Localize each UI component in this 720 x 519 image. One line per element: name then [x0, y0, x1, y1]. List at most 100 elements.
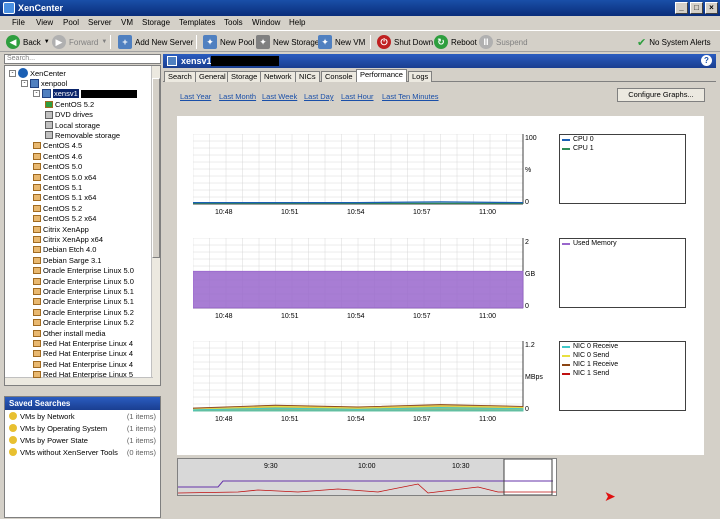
- maximize-button[interactable]: □: [690, 2, 703, 14]
- saved-search-item[interactable]: VMs by Operating System (1 items): [5, 422, 160, 434]
- menu-templates[interactable]: Templates: [179, 18, 215, 27]
- add-new-server-button[interactable]: + Add New Server: [118, 34, 193, 50]
- tree-node-label: Debian Sarge 3.1: [43, 255, 102, 265]
- tree-node[interactable]: DVD drives: [45, 110, 93, 120]
- tab-console[interactable]: Console: [321, 71, 357, 82]
- menu-window[interactable]: Window: [252, 18, 280, 27]
- tree-node[interactable]: CentOS 5.2 x64: [33, 214, 96, 224]
- tree-node[interactable]: Debian Sarge 3.1: [33, 255, 101, 265]
- template-icon: [33, 339, 41, 347]
- menu-server[interactable]: Server: [88, 18, 112, 27]
- tree-node[interactable]: CentOS 4.5: [33, 141, 82, 151]
- tree-node[interactable]: CentOS 5.1: [33, 182, 82, 192]
- forward-button[interactable]: ▶ Forward ▼: [52, 34, 107, 50]
- link-last-month[interactable]: Last Month: [219, 92, 256, 101]
- link-last-year[interactable]: Last Year: [180, 92, 211, 101]
- saved-searches-panel: Saved Searches VMs by Network (1 items) V…: [4, 396, 161, 518]
- tree-node[interactable]: CentOS 5.2: [33, 203, 82, 213]
- tree-node[interactable]: Debian Etch 4.0: [33, 245, 96, 255]
- tab-storage[interactable]: Storage: [227, 71, 262, 82]
- link-last-day[interactable]: Last Day: [304, 92, 334, 101]
- help-icon[interactable]: ?: [701, 55, 712, 66]
- tree-node[interactable]: Citrix XenApp: [33, 224, 89, 234]
- reboot-button[interactable]: ↻ Reboot: [434, 34, 477, 50]
- tree-node[interactable]: Removable storage: [45, 130, 120, 140]
- toolbar: ◀ Back ▼ ▶ Forward ▼ + Add New Server ✦ …: [0, 30, 720, 52]
- template-icon: [33, 204, 41, 212]
- link-last-ten-minutes[interactable]: Last Ten Minutes: [382, 92, 439, 101]
- close-button[interactable]: ×: [705, 2, 718, 14]
- minimize-button[interactable]: _: [675, 2, 688, 14]
- tab-general[interactable]: General: [195, 71, 230, 82]
- expand-toggle-icon[interactable]: -: [9, 69, 16, 77]
- graph-legend[interactable]: CPU 0 CPU 1: [559, 134, 686, 204]
- tree-node[interactable]: CentOS 5.1 x64: [33, 193, 96, 203]
- redacted-block: [80, 89, 137, 98]
- tree-node[interactable]: Red Hat Enterprise Linux 4: [33, 359, 133, 369]
- tree-node-label: CentOS 5.0 x64: [43, 172, 97, 182]
- suspend-button[interactable]: II Suspend: [479, 34, 528, 50]
- tab-search[interactable]: Search: [164, 71, 196, 82]
- menu-pool[interactable]: Pool: [63, 18, 79, 27]
- menu-storage[interactable]: Storage: [142, 18, 170, 27]
- tree-node[interactable]: CentOS 5.2: [45, 99, 94, 109]
- expand-toggle-icon[interactable]: -: [21, 79, 28, 87]
- tree-node-label: Oracle Enterprise Linux 5.0: [43, 276, 134, 286]
- graph-legend[interactable]: Used Memory: [559, 238, 686, 308]
- graph-legend[interactable]: NIC 0 Receive NIC 0 Send NIC 1 Receive NIC …: [559, 341, 686, 411]
- new-vm-button[interactable]: ✦ New VM: [318, 34, 365, 50]
- menu-help[interactable]: Help: [289, 18, 305, 27]
- tree-node[interactable]: Oracle Enterprise Linux 5.0: [33, 276, 134, 286]
- tree-node[interactable]: - xensv1: [33, 89, 137, 99]
- tree-vertical-scrollbar[interactable]: [151, 66, 160, 385]
- configure-graphs-button[interactable]: Configure Graphs...: [617, 88, 705, 102]
- tab-network[interactable]: Network: [260, 71, 296, 82]
- tree-node-label: CentOS 5.1: [43, 182, 83, 192]
- tree-node[interactable]: Local storage: [45, 120, 100, 130]
- tree-node[interactable]: Red Hat Enterprise Linux 5: [33, 370, 133, 380]
- search-input[interactable]: Search...: [4, 54, 161, 64]
- template-icon: [33, 371, 41, 379]
- saved-search-item[interactable]: VMs by Power State (1 items): [5, 434, 160, 446]
- tree-node[interactable]: CentOS 5.0 x64: [33, 172, 96, 182]
- menu-tools[interactable]: Tools: [224, 18, 243, 27]
- tree-node[interactable]: Oracle Enterprise Linux 5.2: [33, 318, 134, 328]
- tree-node[interactable]: CentOS 5.0: [33, 162, 82, 172]
- new-storage-button[interactable]: ✦ New Storage: [256, 34, 319, 50]
- menu-view[interactable]: View: [36, 18, 53, 27]
- expand-toggle-icon[interactable]: -: [33, 90, 40, 98]
- template-icon: [33, 329, 41, 337]
- tree-node[interactable]: Oracle Enterprise Linux 5.1: [33, 286, 134, 296]
- system-alerts-button[interactable]: ✔ No System Alerts: [637, 34, 711, 50]
- tab-performance[interactable]: Performance: [356, 69, 407, 82]
- tree-node[interactable]: Citrix XenApp x64: [33, 234, 103, 244]
- back-button[interactable]: ◀ Back ▼: [6, 34, 50, 50]
- tree-node[interactable]: - xenpool: [21, 78, 67, 88]
- tree-node[interactable]: Other install media: [33, 328, 106, 338]
- tab-nics[interactable]: NICs: [295, 71, 320, 82]
- menu-file[interactable]: File: [12, 18, 25, 27]
- tree-node-label: Red Hat Enterprise Linux 4: [43, 359, 134, 369]
- saved-search-item[interactable]: VMs without XenServer Tools (0 items): [5, 446, 160, 458]
- template-icon: [33, 194, 41, 202]
- link-last-hour[interactable]: Last Hour: [341, 92, 374, 101]
- tree-node[interactable]: Red Hat Enterprise Linux 4: [33, 349, 133, 359]
- tree-node[interactable]: Oracle Enterprise Linux 5.1: [33, 297, 134, 307]
- tree-node[interactable]: CentOS 4.6: [33, 151, 82, 161]
- time-overview-strip[interactable]: 9:30 10:00 10:30: [177, 458, 557, 496]
- link-last-week[interactable]: Last Week: [262, 92, 297, 101]
- saved-search-item[interactable]: VMs by Network (1 items): [5, 410, 160, 422]
- new-pool-button[interactable]: ✦ New Pool: [203, 34, 254, 50]
- tab-logs[interactable]: Logs: [408, 71, 433, 82]
- tree-node[interactable]: - XenCenter: [9, 68, 66, 78]
- tree-node[interactable]: Oracle Enterprise Linux 5.2: [33, 307, 134, 317]
- overview-chart: 9:30 10:00 10:30: [177, 458, 556, 496]
- tree-node[interactable]: Red Hat Enterprise Linux 4: [33, 338, 133, 348]
- tree-node[interactable]: Oracle Enterprise Linux 5.0: [33, 266, 134, 276]
- legend-item: CPU 0: [560, 135, 685, 144]
- tree-node-label: CentOS 5.0: [43, 162, 83, 172]
- menu-vm[interactable]: VM: [121, 18, 133, 27]
- shut-down-button[interactable]: ⏻ Shut Down: [377, 34, 433, 50]
- tree-node-label: Red Hat Enterprise Linux 5: [43, 370, 134, 380]
- overview-selection-window: [503, 458, 553, 496]
